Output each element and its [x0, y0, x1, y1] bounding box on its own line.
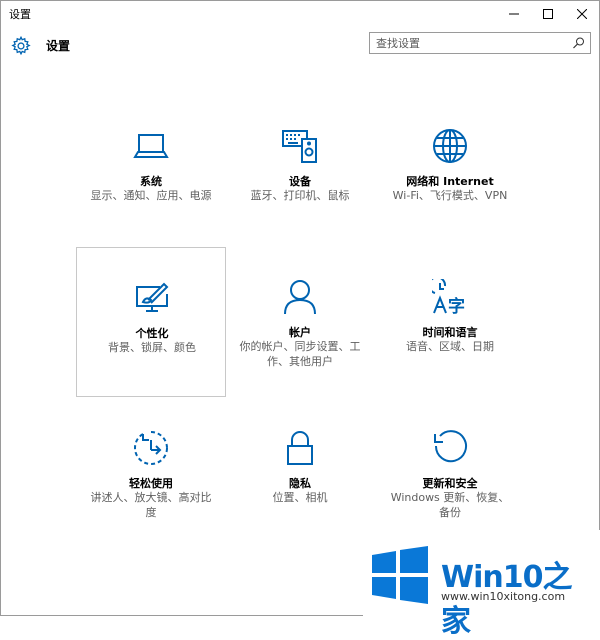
tile-title: 网络和 Internet	[406, 175, 494, 188]
tile-system[interactable]: 系统 显示、通知、应用、电源	[76, 96, 226, 246]
maximize-button[interactable]	[531, 1, 565, 27]
tile-description: 语音、区域、日期	[406, 340, 494, 353]
paint-monitor-icon	[136, 282, 169, 312]
tile-title: 个性化	[135, 327, 169, 340]
tile-privacy[interactable]: 隐私 位置、相机	[225, 398, 375, 548]
close-icon	[577, 9, 587, 19]
globe-icon	[433, 129, 467, 163]
tile-title: 时间和语言	[422, 326, 478, 339]
tile-devices[interactable]: 设备 蓝牙、打印机、鼠标	[225, 96, 375, 246]
svg-text:字: 字	[448, 296, 465, 315]
maximize-icon	[543, 9, 553, 19]
tile-description: Wi-Fi、飞行模式、VPN	[392, 189, 508, 202]
tile-description: 显示、通知、应用、电源	[90, 189, 212, 202]
tile-title: 设备	[289, 175, 311, 188]
tile-title: 系统	[140, 175, 162, 188]
minimize-icon	[509, 13, 519, 15]
settings-header: 设置	[1, 27, 599, 65]
tile-time-language[interactable]: 字 时间和语言 语音、区域、日期	[375, 247, 525, 397]
window-title: 设置	[9, 8, 31, 21]
laptop-icon	[133, 134, 169, 158]
minimize-button[interactable]	[497, 1, 531, 27]
tile-network[interactable]: 网络和 Internet Wi-Fi、飞行模式、VPN	[375, 96, 525, 246]
tile-description: Windows 更新、恢复、备份	[390, 491, 510, 519]
watermark-url: www.win10xitong.com	[441, 590, 566, 603]
tile-personalization[interactable]: 个性化 背景、锁屏、颜色	[76, 247, 226, 397]
tile-description: 你的帐户、同步设置、工作、其他用户	[239, 340, 361, 368]
tile-description: 位置、相机	[272, 491, 328, 504]
close-button[interactable]	[565, 1, 599, 27]
tile-description: 蓝牙、打印机、鼠标	[250, 189, 350, 202]
person-icon	[284, 280, 316, 315]
tile-ease-of-access[interactable]: 轻松使用 讲述人、放大镜、高对比度	[76, 398, 226, 548]
tile-title: 帐户	[289, 326, 311, 339]
lock-icon	[287, 431, 313, 465]
gear-icon	[11, 35, 31, 56]
tile-accounts[interactable]: 帐户 你的帐户、同步设置、工作、其他用户	[225, 247, 375, 397]
watermark: Win10之家 www.win10xitong.com	[363, 530, 600, 639]
tile-description: 背景、锁屏、颜色	[108, 341, 196, 354]
tile-title: 轻松使用	[129, 477, 173, 490]
tile-title: 更新和安全	[422, 477, 478, 490]
search-icon[interactable]	[572, 36, 586, 50]
ease-of-access-icon	[133, 431, 168, 466]
windows-logo-icon	[372, 546, 428, 604]
search-box[interactable]	[369, 32, 591, 54]
time-language-icon: 字	[432, 279, 465, 315]
page-title: 设置	[46, 39, 71, 53]
title-bar[interactable]: 设置	[1, 1, 599, 27]
search-input[interactable]	[370, 33, 576, 53]
update-icon	[434, 430, 467, 463]
settings-window: 设置 设置 查找设置 系统 显示、通知、应用、电源 设备 蓝牙、打印机、鼠标 网…	[0, 0, 600, 616]
tile-title: 隐私	[289, 477, 311, 490]
keyboard-speaker-icon	[282, 130, 317, 163]
tile-description: 讲述人、放大镜、高对比度	[90, 491, 212, 519]
tile-update-security[interactable]: 更新和安全 Windows 更新、恢复、备份	[375, 398, 525, 548]
